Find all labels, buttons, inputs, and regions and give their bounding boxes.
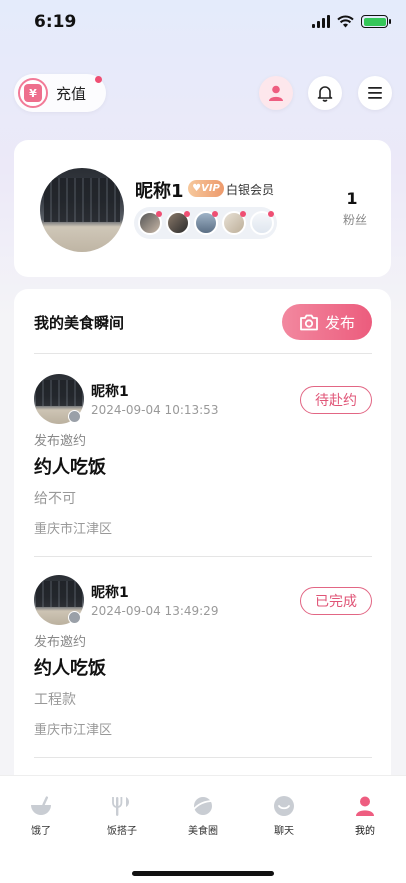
status-icons (312, 15, 391, 28)
fan-avatar (222, 211, 246, 235)
recharge-label: 充值 (56, 84, 87, 103)
post-location: 重庆市江津区 (34, 522, 113, 537)
status-chip[interactable]: 已完成 (300, 587, 372, 615)
moment-post[interactable]: 昵称1 2024-09-04 13:49:29 已完成 发布邀约 约人吃饭 工程… (14, 575, 391, 775)
signal-icon (312, 15, 330, 28)
tab-label: 聊天 (274, 826, 294, 837)
vip-badge: ♥ VIP (188, 180, 224, 197)
post-author: 昵称1 (91, 384, 129, 400)
fan-avatar (166, 211, 190, 235)
battery-icon (361, 15, 391, 28)
fan-avatar (250, 211, 274, 235)
tab-label: 美食圈 (188, 826, 218, 837)
status-bar: 6:19 (0, 0, 406, 46)
fan-avatar (194, 211, 218, 235)
post-description: 给不可 (34, 491, 76, 507)
tab-mine[interactable]: 我的 (334, 794, 396, 837)
chat-icon (272, 794, 296, 818)
tab-meal-buddy[interactable]: 饭搭子 (91, 794, 153, 837)
wifi-icon (337, 15, 354, 28)
tab-chat[interactable]: 聊天 (253, 794, 315, 837)
person-icon (269, 85, 283, 101)
publish-button[interactable]: 发布 (282, 304, 372, 340)
play-badge-icon (68, 410, 81, 423)
post-description: 工程款 (34, 692, 76, 708)
tab-hungry[interactable]: 饿了 (10, 794, 72, 837)
camera-icon (300, 314, 318, 330)
post-type: 发布邀约 (34, 434, 87, 449)
divider (34, 353, 372, 354)
tab-label: 我的 (355, 826, 375, 837)
fans-count: 1 (346, 189, 358, 208)
planet-icon (191, 794, 215, 818)
status-chip[interactable]: 待赴约 (300, 386, 372, 414)
moment-post[interactable]: 昵称1 2024-09-04 10:13:53 待赴约 发布邀约 约人吃饭 给不… (14, 374, 391, 574)
tab-label: 饭搭子 (107, 826, 137, 837)
vip-level: 白银会员 (226, 183, 275, 197)
divider (34, 556, 372, 557)
vip-badge-label: VIP (201, 183, 220, 194)
divider (34, 757, 372, 758)
bottom-tab-bar: 饿了 饭搭子 美食圈 聊天 我的 (0, 775, 406, 883)
fork-knife-icon (110, 794, 134, 818)
post-author: 昵称1 (91, 585, 129, 601)
play-badge-icon (68, 611, 81, 624)
profile-card: 昵称1 ♥ VIP 白银会员 1 粉丝 (14, 140, 391, 277)
notification-dot (95, 76, 102, 83)
post-title: 约人吃饭 (34, 658, 106, 679)
nickname: 昵称1 (135, 181, 184, 202)
avatar[interactable] (40, 168, 124, 252)
recharge-button[interactable]: ¥ 充值 (14, 74, 106, 112)
bell-icon (317, 86, 333, 102)
notification-button[interactable] (308, 76, 342, 110)
post-location: 重庆市江津区 (34, 723, 113, 738)
section-title: 我的美食瞬间 (34, 314, 125, 332)
post-time: 2024-09-04 13:49:29 (91, 604, 219, 618)
status-time: 6:19 (34, 12, 77, 32)
post-type: 发布邀约 (34, 635, 87, 650)
post-title: 约人吃饭 (34, 457, 106, 478)
tab-label: 饿了 (31, 826, 51, 837)
home-indicator (132, 871, 274, 876)
fans-avatar-strip[interactable] (134, 207, 277, 239)
menu-icon (368, 87, 382, 99)
tab-food-circle[interactable]: 美食圈 (172, 794, 234, 837)
person-icon (353, 794, 377, 818)
menu-button[interactable] (358, 76, 392, 110)
publish-label: 发布 (324, 313, 355, 332)
post-time: 2024-09-04 10:13:53 (91, 403, 219, 417)
profile-button[interactable] (259, 76, 293, 110)
yuan-icon: ¥ (18, 78, 48, 108)
fan-avatar (138, 211, 162, 235)
bowl-icon (29, 794, 53, 818)
top-bar: ¥ 充值 (0, 74, 406, 114)
fans-label: 粉丝 (342, 213, 367, 227)
